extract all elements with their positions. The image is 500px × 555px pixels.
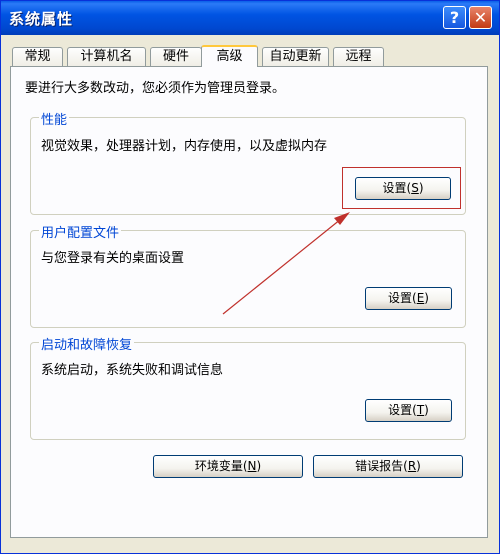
annotation-arrow <box>222 212 350 315</box>
tab-advanced[interactable]: 高级 <box>201 45 258 67</box>
system-properties-window: 系统属性 ? ✕ 常规 计算机名 硬件 高级 自动更新 远程 要进行大多数改动，… <box>0 0 500 554</box>
annotation-arrow-shaft <box>222 218 342 315</box>
